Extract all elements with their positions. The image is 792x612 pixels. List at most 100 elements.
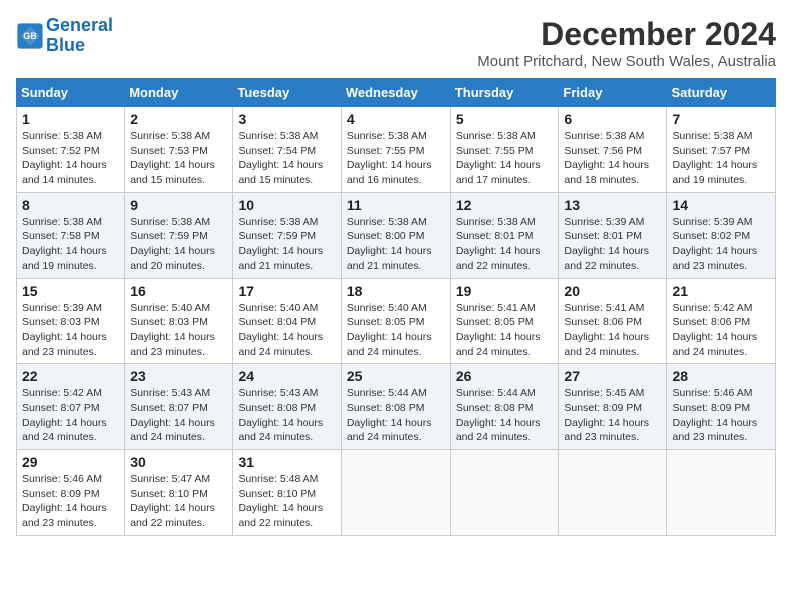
logo: GB General Blue bbox=[16, 16, 113, 56]
day-info: Sunrise: 5:40 AMSunset: 8:03 PMDaylight:… bbox=[130, 301, 227, 360]
calendar-week-row: 8 Sunrise: 5:38 AMSunset: 7:58 PMDaylight… bbox=[17, 192, 776, 278]
table-row: 29 Sunrise: 5:46 AMSunset: 8:09 PMDayligh… bbox=[17, 450, 125, 536]
calendar-week-row: 22 Sunrise: 5:42 AMSunset: 8:07 PMDayligh… bbox=[17, 364, 776, 450]
day-number: 21 bbox=[672, 283, 770, 299]
table-row: 30Sunrise: 5:47 AMSunset: 8:10 PMDayligh… bbox=[125, 450, 233, 536]
day-number: 1 bbox=[22, 111, 119, 127]
table-row: 6 Sunrise: 5:38 AMSunset: 7:56 PMDaylight… bbox=[559, 107, 667, 193]
table-row bbox=[559, 450, 667, 536]
day-number: 10 bbox=[238, 197, 335, 213]
table-row bbox=[450, 450, 559, 536]
day-info: Sunrise: 5:40 AMSunset: 8:05 PMDaylight:… bbox=[347, 301, 445, 360]
table-row: 3Sunrise: 5:38 AMSunset: 7:54 PMDaylight… bbox=[233, 107, 341, 193]
day-info: Sunrise: 5:45 AMSunset: 8:09 PMDaylight:… bbox=[564, 386, 661, 445]
day-info: Sunrise: 5:46 AMSunset: 8:09 PMDaylight:… bbox=[22, 472, 119, 531]
general-blue-logo-icon: GB bbox=[16, 22, 44, 50]
day-number: 8 bbox=[22, 197, 119, 213]
day-info: Sunrise: 5:38 AMSunset: 7:57 PMDaylight:… bbox=[672, 129, 770, 188]
col-saturday: Saturday bbox=[667, 79, 776, 107]
calendar-week-row: 29 Sunrise: 5:46 AMSunset: 8:09 PMDayligh… bbox=[17, 450, 776, 536]
table-row: 19 Sunrise: 5:41 AMSunset: 8:05 PMDayligh… bbox=[450, 278, 559, 364]
table-row: 13 Sunrise: 5:39 AMSunset: 8:01 PMDayligh… bbox=[559, 192, 667, 278]
day-number: 29 bbox=[22, 454, 119, 470]
day-number: 30 bbox=[130, 454, 227, 470]
col-monday: Monday bbox=[125, 79, 233, 107]
day-info: Sunrise: 5:38 AMSunset: 7:56 PMDaylight:… bbox=[564, 129, 661, 188]
day-info: Sunrise: 5:41 AMSunset: 8:05 PMDaylight:… bbox=[456, 301, 554, 360]
day-number: 16 bbox=[130, 283, 227, 299]
table-row: 1 Sunrise: 5:38 AMSunset: 7:52 PMDaylight… bbox=[17, 107, 125, 193]
day-info: Sunrise: 5:38 AMSunset: 8:00 PMDaylight:… bbox=[347, 215, 445, 274]
day-number: 6 bbox=[564, 111, 661, 127]
table-row: 15 Sunrise: 5:39 AMSunset: 8:03 PMDayligh… bbox=[17, 278, 125, 364]
day-info: Sunrise: 5:42 AMSunset: 8:07 PMDaylight:… bbox=[22, 386, 119, 445]
table-row: 14 Sunrise: 5:39 AMSunset: 8:02 PMDayligh… bbox=[667, 192, 776, 278]
table-row: 8 Sunrise: 5:38 AMSunset: 7:58 PMDaylight… bbox=[17, 192, 125, 278]
svg-text:GB: GB bbox=[23, 31, 37, 41]
table-row: 16 Sunrise: 5:40 AMSunset: 8:03 PMDayligh… bbox=[125, 278, 233, 364]
day-info: Sunrise: 5:38 AMSunset: 7:58 PMDaylight:… bbox=[22, 215, 119, 274]
table-row: 5 Sunrise: 5:38 AMSunset: 7:55 PMDaylight… bbox=[450, 107, 559, 193]
day-info: Sunrise: 5:39 AMSunset: 8:01 PMDaylight:… bbox=[564, 215, 661, 274]
page-header: GB General Blue December 2024 Mount Prit… bbox=[16, 16, 776, 70]
day-info: Sunrise: 5:48 AMSunset: 8:10 PMDaylight:… bbox=[238, 472, 335, 531]
col-friday: Friday bbox=[559, 79, 667, 107]
day-number: 28 bbox=[672, 368, 770, 384]
day-number: 4 bbox=[347, 111, 445, 127]
day-info: Sunrise: 5:42 AMSunset: 8:06 PMDaylight:… bbox=[672, 301, 770, 360]
col-tuesday: Tuesday bbox=[233, 79, 341, 107]
logo-text: General Blue bbox=[46, 16, 113, 56]
day-info: Sunrise: 5:38 AMSunset: 7:55 PMDaylight:… bbox=[347, 129, 445, 188]
day-number: 15 bbox=[22, 283, 119, 299]
location-title: Mount Pritchard, New South Wales, Austra… bbox=[477, 53, 776, 70]
day-number: 5 bbox=[456, 111, 554, 127]
day-info: Sunrise: 5:39 AMSunset: 8:03 PMDaylight:… bbox=[22, 301, 119, 360]
day-info: Sunrise: 5:38 AMSunset: 8:01 PMDaylight:… bbox=[456, 215, 554, 274]
day-number: 24 bbox=[238, 368, 335, 384]
table-row: 17 Sunrise: 5:40 AMSunset: 8:04 PMDayligh… bbox=[233, 278, 341, 364]
col-thursday: Thursday bbox=[450, 79, 559, 107]
day-info: Sunrise: 5:38 AMSunset: 7:55 PMDaylight:… bbox=[456, 129, 554, 188]
day-number: 22 bbox=[22, 368, 119, 384]
day-number: 25 bbox=[347, 368, 445, 384]
day-number: 9 bbox=[130, 197, 227, 213]
day-number: 2 bbox=[130, 111, 227, 127]
table-row: 18Sunrise: 5:40 AMSunset: 8:05 PMDayligh… bbox=[341, 278, 450, 364]
day-info: Sunrise: 5:38 AMSunset: 7:53 PMDaylight:… bbox=[130, 129, 227, 188]
table-row bbox=[667, 450, 776, 536]
table-row: 28Sunrise: 5:46 AMSunset: 8:09 PMDayligh… bbox=[667, 364, 776, 450]
day-info: Sunrise: 5:38 AMSunset: 7:52 PMDaylight:… bbox=[22, 129, 119, 188]
calendar-table: Sunday Monday Tuesday Wednesday Thursday… bbox=[16, 78, 776, 536]
table-row: 21 Sunrise: 5:42 AMSunset: 8:06 PMDayligh… bbox=[667, 278, 776, 364]
day-info: Sunrise: 5:44 AMSunset: 8:08 PMDaylight:… bbox=[347, 386, 445, 445]
day-info: Sunrise: 5:44 AMSunset: 8:08 PMDaylight:… bbox=[456, 386, 554, 445]
table-row: 31 Sunrise: 5:48 AMSunset: 8:10 PMDayligh… bbox=[233, 450, 341, 536]
day-number: 11 bbox=[347, 197, 445, 213]
day-info: Sunrise: 5:43 AMSunset: 8:07 PMDaylight:… bbox=[130, 386, 227, 445]
col-wednesday: Wednesday bbox=[341, 79, 450, 107]
day-number: 20 bbox=[564, 283, 661, 299]
day-number: 12 bbox=[456, 197, 554, 213]
table-row: 25 Sunrise: 5:44 AMSunset: 8:08 PMDayligh… bbox=[341, 364, 450, 450]
day-number: 26 bbox=[456, 368, 554, 384]
day-number: 17 bbox=[238, 283, 335, 299]
day-info: Sunrise: 5:38 AMSunset: 7:59 PMDaylight:… bbox=[238, 215, 335, 274]
table-row: 2 Sunrise: 5:38 AMSunset: 7:53 PMDaylight… bbox=[125, 107, 233, 193]
day-number: 31 bbox=[238, 454, 335, 470]
calendar-week-row: 1 Sunrise: 5:38 AMSunset: 7:52 PMDaylight… bbox=[17, 107, 776, 193]
day-info: Sunrise: 5:40 AMSunset: 8:04 PMDaylight:… bbox=[238, 301, 335, 360]
table-row: 20Sunrise: 5:41 AMSunset: 8:06 PMDayligh… bbox=[559, 278, 667, 364]
table-row: 27Sunrise: 5:45 AMSunset: 8:09 PMDayligh… bbox=[559, 364, 667, 450]
day-number: 23 bbox=[130, 368, 227, 384]
day-info: Sunrise: 5:39 AMSunset: 8:02 PMDaylight:… bbox=[672, 215, 770, 274]
day-number: 13 bbox=[564, 197, 661, 213]
table-row: 26 Sunrise: 5:44 AMSunset: 8:08 PMDayligh… bbox=[450, 364, 559, 450]
table-row: 24Sunrise: 5:43 AMSunset: 8:08 PMDayligh… bbox=[233, 364, 341, 450]
day-number: 19 bbox=[456, 283, 554, 299]
table-row: 4 Sunrise: 5:38 AMSunset: 7:55 PMDaylight… bbox=[341, 107, 450, 193]
table-row: 7Sunrise: 5:38 AMSunset: 7:57 PMDaylight… bbox=[667, 107, 776, 193]
title-area: December 2024 Mount Pritchard, New South… bbox=[477, 16, 776, 70]
day-number: 14 bbox=[672, 197, 770, 213]
table-row bbox=[341, 450, 450, 536]
day-info: Sunrise: 5:38 AMSunset: 7:59 PMDaylight:… bbox=[130, 215, 227, 274]
